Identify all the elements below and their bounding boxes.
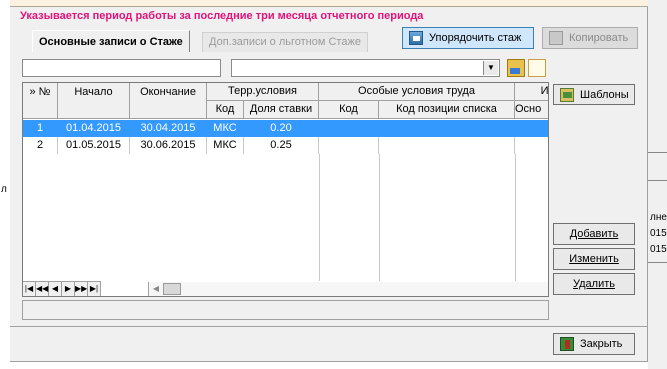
cell-special-code bbox=[319, 137, 379, 154]
col-header-source-base[interactable]: Осно bbox=[515, 101, 548, 119]
col-header-rate[interactable]: Доля ставки bbox=[244, 101, 319, 119]
order-experience-button[interactable]: Упорядочить стаж bbox=[402, 27, 534, 49]
copy-label: Копировать bbox=[569, 32, 629, 44]
column-divider bbox=[379, 154, 380, 281]
cell-start: 01.05.2015 bbox=[58, 137, 130, 154]
table-row[interactable]: 1 01.04.2015 30.04.2015 МКС 0.20 bbox=[23, 120, 548, 137]
cell-rate: 0.25 bbox=[244, 137, 319, 154]
last-record-icon[interactable]: ▶| bbox=[88, 282, 101, 296]
edit-label: Изменить bbox=[569, 253, 619, 265]
tab-main-records[interactable]: Основные записи о Стаже bbox=[32, 30, 190, 52]
scrollbar-thumb[interactable] bbox=[163, 283, 181, 295]
filter-select[interactable]: ▼ bbox=[231, 59, 500, 77]
dialog-top-band bbox=[10, 0, 648, 7]
delete-label: Удалить bbox=[573, 278, 615, 290]
background-cell-fragment: 015 bbox=[650, 228, 667, 239]
table-row[interactable]: 2 01.05.2015 30.06.2015 МКС 0.25 bbox=[23, 137, 548, 154]
next-page-icon[interactable]: ▶▶ bbox=[75, 282, 88, 296]
background-header-fragment: лне bbox=[650, 212, 667, 223]
first-record-icon[interactable]: |◀ bbox=[23, 282, 36, 296]
col-group-source: Ис bbox=[515, 83, 548, 101]
templates-button[interactable]: Шаблоны bbox=[553, 84, 635, 105]
chevron-down-icon[interactable]: ▼ bbox=[483, 61, 498, 75]
add-button[interactable]: Добавить bbox=[553, 223, 635, 245]
period-notice: Указывается период работы за последние т… bbox=[20, 10, 424, 22]
horizontal-scrollbar[interactable]: ◀ bbox=[148, 282, 548, 296]
cell-num: 1 bbox=[23, 120, 58, 137]
filter-text-input[interactable] bbox=[22, 59, 221, 77]
close-button[interactable]: Закрыть bbox=[553, 333, 635, 355]
column-divider bbox=[515, 154, 516, 281]
record-navigator: |◀ ◀◀ ◀ ▶ ▶▶ ▶| bbox=[23, 281, 101, 296]
cell-terr-code: МКС bbox=[207, 120, 244, 137]
order-icon bbox=[409, 31, 423, 45]
folder-filter-icon[interactable] bbox=[507, 59, 525, 77]
new-document-icon[interactable] bbox=[528, 59, 546, 77]
background-divider bbox=[648, 262, 667, 263]
delete-button[interactable]: Удалить bbox=[553, 273, 635, 295]
prev-page-icon[interactable]: ◀◀ bbox=[36, 282, 49, 296]
background-divider bbox=[648, 180, 667, 181]
col-group-special-conditions: Особые условия труда bbox=[319, 83, 515, 101]
column-divider bbox=[319, 154, 320, 281]
background-cell-fragment: 015 bbox=[650, 244, 667, 255]
work-periods-dialog: Указывается период работы за последние т… bbox=[10, 0, 648, 362]
background-divider bbox=[648, 152, 667, 153]
templates-label: Шаблоны bbox=[580, 88, 629, 101]
col-header-end[interactable]: Окончание bbox=[130, 83, 207, 119]
col-header-num[interactable]: » № bbox=[23, 83, 58, 119]
col-header-terr-code[interactable]: Код bbox=[207, 101, 244, 119]
templates-icon bbox=[560, 87, 574, 102]
footer-divider bbox=[10, 326, 648, 327]
copy-button[interactable]: Копировать bbox=[542, 27, 638, 49]
cell-start: 01.04.2015 bbox=[58, 120, 130, 137]
col-header-start[interactable]: Начало bbox=[58, 83, 130, 119]
cell-terr-code: МКС bbox=[207, 137, 244, 154]
copy-icon bbox=[549, 31, 563, 45]
status-bar bbox=[22, 300, 549, 320]
col-header-position-code[interactable]: Код позиции списка bbox=[379, 101, 515, 119]
cell-source-base bbox=[515, 137, 548, 154]
close-label: Закрыть bbox=[580, 338, 623, 350]
cell-special-code bbox=[319, 120, 379, 137]
cell-position-code bbox=[379, 120, 515, 137]
next-record-icon[interactable]: ▶ bbox=[62, 282, 75, 296]
cell-num: 2 bbox=[23, 137, 58, 154]
experience-table: » № Начало Окончание Терр.условия Код До… bbox=[22, 82, 549, 297]
cell-source-base bbox=[515, 120, 548, 137]
cell-position-code bbox=[379, 137, 515, 154]
cell-end: 30.04.2015 bbox=[130, 120, 207, 137]
col-header-special-code[interactable]: Код bbox=[319, 101, 379, 119]
cell-end: 30.06.2015 bbox=[130, 137, 207, 154]
tab-additional-records[interactable]: Доп.записи о льготном Стаже bbox=[202, 32, 368, 52]
exit-door-icon bbox=[560, 337, 574, 351]
background-window-right-edge: лне 015 015 bbox=[648, 0, 667, 369]
prev-record-icon[interactable]: ◀ bbox=[49, 282, 62, 296]
background-left-fragment: л bbox=[1, 184, 7, 195]
add-label: Добавить bbox=[569, 228, 619, 240]
scroll-left-icon[interactable]: ◀ bbox=[150, 282, 162, 296]
col-group-terr-conditions: Терр.условия bbox=[207, 83, 319, 101]
cell-rate: 0.20 bbox=[244, 120, 319, 137]
order-label: Упорядочить стаж bbox=[429, 32, 522, 44]
edit-button[interactable]: Изменить bbox=[553, 248, 635, 270]
